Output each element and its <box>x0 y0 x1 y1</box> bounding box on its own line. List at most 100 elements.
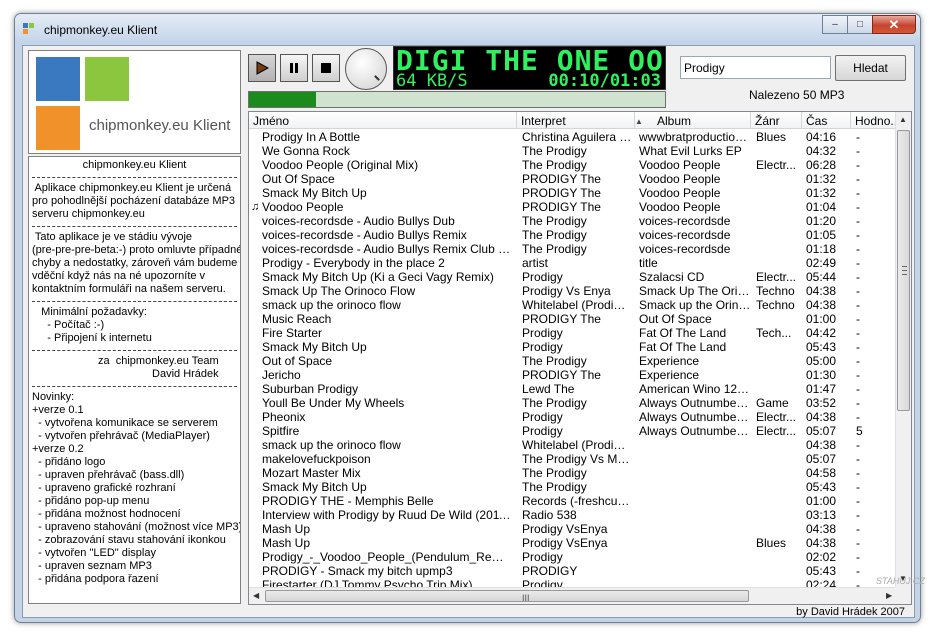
track-rows[interactable]: Prodigy In A Bottle Christina Aguilera vs… <box>249 130 898 588</box>
track-cell-5: - <box>856 256 860 270</box>
track-row[interactable]: Fire Starter Prodigy Fat Of The Land Tech..… <box>249 326 898 340</box>
track-row[interactable]: Smack Up The Orinoco Flow Prodigy Vs Enya… <box>249 284 898 298</box>
track-row[interactable]: Prodigy In A Bottle Christina Aguilera vs… <box>249 130 898 144</box>
track-cell-1: The Prodigy <box>522 354 587 368</box>
led-display: DIGI THE ONE OODOO 64 KB/S 00:10/01:03 <box>393 46 666 90</box>
track-cell-5: - <box>856 438 860 452</box>
track-cell-1: The Prodigy <box>522 214 587 228</box>
column-header-1[interactable]: Interpret <box>517 112 635 129</box>
play-button[interactable] <box>248 54 276 82</box>
search-button[interactable]: Hledat <box>835 55 906 81</box>
track-cell-2: Voodoo People <box>639 186 721 200</box>
track-row[interactable]: Mozart Master Mix The Prodigy 04:58 - <box>249 466 898 480</box>
track-row[interactable]: voices-recordsde - Audio Bullys Remix The… <box>249 228 898 242</box>
track-cell-1: Prodigy <box>522 410 563 424</box>
volume-knob[interactable] <box>345 48 387 90</box>
track-cell-1: Prodigy <box>522 424 563 438</box>
led-time: 00:10/01:03 <box>548 71 661 90</box>
search-input[interactable] <box>680 56 831 79</box>
track-row[interactable]: Smack My Bitch Up PRODIGY The Voodoo Peopl… <box>249 186 898 200</box>
track-row[interactable]: PRODIGY - Smack my bitch upmp3 PRODIGY 05:… <box>249 564 898 578</box>
track-cell-1: PRODIGY The <box>522 312 601 326</box>
track-cell-2: voices-recordsde <box>639 228 731 242</box>
track-row[interactable]: Spitfire Prodigy Always Outnumbere... Elect… <box>249 424 898 438</box>
pause-button[interactable] <box>280 54 308 82</box>
column-header-5[interactable]: Hodno... <box>851 112 898 129</box>
track-cell-4: 01:30 <box>806 368 837 382</box>
track-row[interactable]: voices-recordsde - Audio Bullys Dub The P… <box>249 214 898 228</box>
info-line: Aplikace chipmonkey.eu Klient je určená <box>32 182 232 194</box>
track-cell-4: 01:32 <box>806 172 837 186</box>
track-row[interactable]: Mash Up Prodigy VsEnya 04:38 - <box>249 522 898 536</box>
track-cell-4: 05:44 <box>806 270 837 284</box>
column-header-0[interactable]: Jméno <box>249 112 517 129</box>
track-cell-1: Prodigy VsEnya <box>522 522 608 536</box>
info-line: - upraven přehrávač (bass.dll) <box>32 469 185 481</box>
playback-progress[interactable] <box>248 91 666 108</box>
track-cell-4: 04:32 <box>806 144 837 158</box>
track-row[interactable]: Smack My Bitch Up The Prodigy 05:43 - <box>249 480 898 494</box>
track-row[interactable]: Prodigy_-_Voodoo_People_(Pendulum_Remix)… <box>249 550 898 564</box>
track-row[interactable]: We Gonna Rock The Prodigy What Evil Lurks … <box>249 144 898 158</box>
scroll-up-icon[interactable]: ▲ <box>899 115 907 124</box>
maximize-button[interactable]: □ <box>847 15 873 34</box>
track-row[interactable]: Interview with Prodigy by Ruud De Wild (… <box>249 508 898 522</box>
track-row[interactable]: Music Reach PRODIGY The Out Of Space 01:00 - <box>249 312 898 326</box>
info-line: Novinky: <box>32 391 75 403</box>
info-line: - přidána možnost hodnocení <box>32 508 181 520</box>
horizontal-scrollbar[interactable]: ◀ III ▶ <box>249 587 898 604</box>
track-cell-5: - <box>856 200 860 214</box>
stop-button[interactable] <box>312 54 340 82</box>
track-cell-1: PRODIGY <box>522 564 578 578</box>
info-panel[interactable]: chipmonkey.eu Klient Aplikace chipmonkey… <box>28 156 241 604</box>
track-row[interactable]: Youll Be Under My Wheels The Prodigy Alway… <box>249 396 898 410</box>
track-cell-1: Prodigy <box>522 270 563 284</box>
vertical-scrollbar[interactable]: ▲ ▼ <box>895 112 911 589</box>
track-cell-0: Interview with Prodigy by Ruud De Wild (… <box>262 508 512 522</box>
track-row[interactable]: Pheonix Prodigy Always Outnumbere... Electr… <box>249 410 898 424</box>
track-row[interactable]: PRODIGY THE - Memphis Belle Records (-fre… <box>249 494 898 508</box>
track-row[interactable]: Suburban Prodigy Lewd The American Wino 12… <box>249 382 898 396</box>
column-header-4[interactable]: Čas <box>802 112 851 129</box>
track-cell-4: 01:32 <box>806 186 837 200</box>
info-line: - upraven seznam MP3 <box>32 560 152 572</box>
minimize-button[interactable]: ‒ <box>822 15 848 34</box>
track-row[interactable]: voices-recordsde - Audio Bullys Remix Cl… <box>249 242 898 256</box>
track-row[interactable]: Smack My Bitch Up (Ki a Geci Vagy Remix)… <box>249 270 898 284</box>
track-cell-5: - <box>856 550 860 564</box>
track-row[interactable]: Jericho PRODIGY The Experience 01:30 - <box>249 368 898 382</box>
info-line: David Hrádek <box>152 368 237 380</box>
track-cell-0: PRODIGY THE - Memphis Belle <box>262 494 434 508</box>
title-bar[interactable]: chipmonkey.eu Klient ‒ □ ✕ <box>15 14 920 44</box>
track-cell-5: - <box>856 270 860 284</box>
track-row[interactable]: Voodoo People (Original Mix) The Prodigy V… <box>249 158 898 172</box>
scroll-thumb[interactable] <box>897 130 910 411</box>
track-row[interactable]: Out Of Space PRODIGY The Voodoo People 01:3… <box>249 172 898 186</box>
track-list[interactable]: ▲ Jméno Interpret Album Žánr Čas Hodno... Pro… <box>248 111 912 605</box>
track-cell-0: PRODIGY - Smack my bitch upmp3 <box>262 564 453 578</box>
scroll-left-icon[interactable]: ◀ <box>253 591 259 600</box>
close-button[interactable]: ✕ <box>872 15 916 34</box>
track-row[interactable]: ♫ Voodoo People PRODIGY The Voodoo People 01… <box>249 200 898 214</box>
track-cell-5: - <box>856 326 860 340</box>
track-row[interactable]: Smack My Bitch Up Prodigy Fat Of The Land 0… <box>249 340 898 354</box>
info-line: - přidána podpora řazení <box>32 573 159 585</box>
column-header-3[interactable]: Žánr <box>751 112 802 129</box>
track-row[interactable]: smack up the orinoco flow Whitelabel (Pro… <box>249 438 898 452</box>
track-cell-3: Blues <box>756 536 787 550</box>
track-row[interactable]: Prodigy - Everybody in the place 2 artist… <box>249 256 898 270</box>
track-cell-0: Smack Up The Orinoco Flow <box>262 284 416 298</box>
column-header-2[interactable]: Album <box>635 112 751 129</box>
track-cell-0: Smack My Bitch Up <box>262 340 367 354</box>
track-cell-4: 04:58 <box>806 466 837 480</box>
track-cell-4: 01:20 <box>806 214 837 228</box>
track-row[interactable]: Out of Space The Prodigy Experience 05:00 - <box>249 354 898 368</box>
track-row[interactable]: smack up the orinoco flow Whitelabel (Pro… <box>249 298 898 312</box>
track-cell-0: Fire Starter <box>262 326 323 340</box>
track-row[interactable]: makelovefuckpoison The Prodigy Vs Mob... 0… <box>249 452 898 466</box>
track-row[interactable]: Mash Up Prodigy VsEnya Blues 04:38 - <box>249 536 898 550</box>
scroll-right-icon[interactable]: ▶ <box>886 591 892 600</box>
info-line: serveru chipmonkey.eu <box>32 208 145 220</box>
track-cell-1: Prodigy <box>522 340 563 354</box>
h-scroll-thumb[interactable]: III <box>265 590 749 603</box>
